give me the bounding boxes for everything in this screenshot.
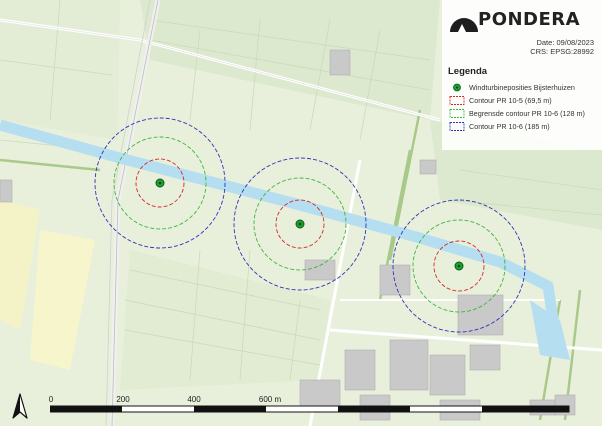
legend-label: Contour PR 10-6 (185 m) [469,122,550,131]
map-date: Date: 09/08/2023 [536,38,594,47]
north-arrow-icon [12,393,28,419]
legend-label: Contour PR 10-5 (69,5 m) [469,96,552,105]
brand-name: PONDERA [478,9,581,30]
legend-item-turbines: Windturbineposities Bijsterhuizen [448,82,575,93]
legend-label: Windturbineposities Bijsterhuizen [469,83,575,92]
turbine-site-3 [392,199,526,333]
scale-bar [50,405,570,413]
map-view[interactable]: PONDERA Date: 09/08/2023 CRS: EPSG:28992… [0,0,602,426]
legend-title: Legenda [448,66,488,77]
scale-label-200: 200 [116,395,130,404]
scale-label-600: 600 m [258,395,282,404]
legend-item-contour-185m: Contour PR 10-6 (185 m) [448,121,550,132]
turbine-site-2 [233,157,367,291]
scale-label-0: 0 [48,395,54,404]
scale-label-400: 400 [187,395,201,404]
map-crs: CRS: EPSG:28992 [530,47,594,56]
dashed-red-box-icon [449,96,465,105]
legend-item-contour-69m: Contour PR 10-5 (69,5 m) [448,95,552,106]
dashed-blue-box-icon [449,122,465,131]
turbine-point-icon [453,83,461,92]
dashed-green-box-icon [449,109,465,118]
legend-item-contour-128m: Begrensde contour PR 10-6 (128 m) [448,108,585,119]
legend-label: Begrensde contour PR 10-6 (128 m) [469,109,585,118]
turbine-site-1 [94,117,226,249]
